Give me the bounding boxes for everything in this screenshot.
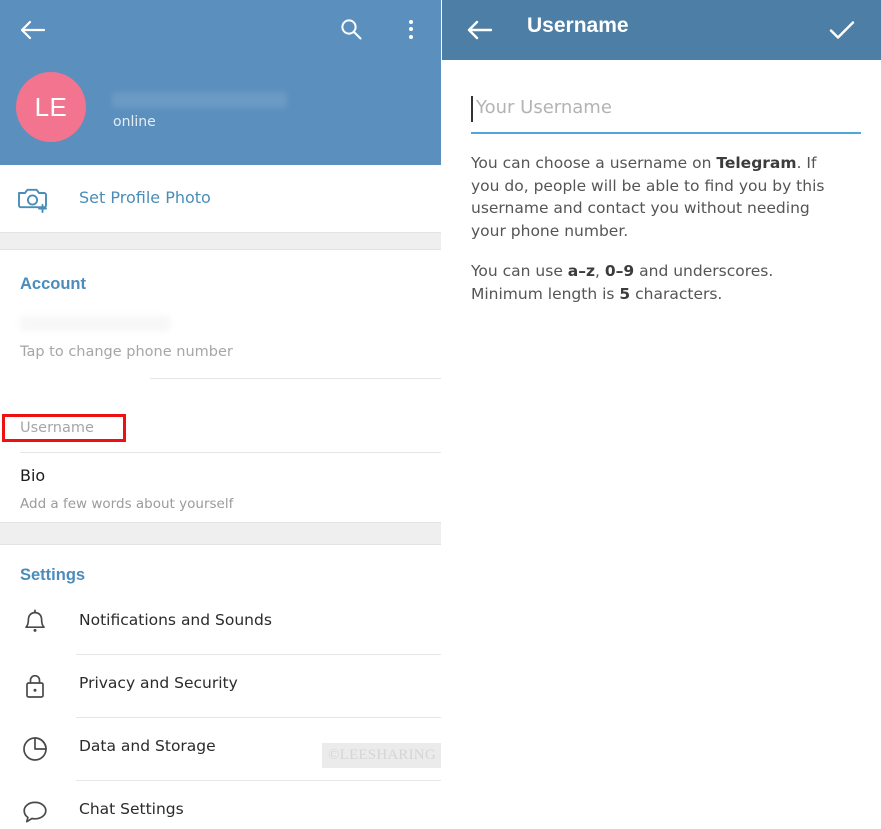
sidebar-item-notifications[interactable]: Notifications and Sounds [0,591,441,654]
bio-label: Bio [20,466,46,485]
set-profile-photo-label: Set Profile Photo [79,188,211,207]
sidebar-item-label: Chat Settings [79,800,184,818]
help-text-charset-digits: 0–9 [604,262,635,280]
confirm-button[interactable] [822,10,862,50]
panel-divider [441,0,442,829]
help-text-brand: Telegram [716,154,797,172]
avatar[interactable]: LE [16,72,86,142]
back-button[interactable] [459,10,499,50]
search-button[interactable] [330,8,372,50]
back-button[interactable] [12,10,52,50]
set-profile-photo-row[interactable]: Set Profile Photo [0,165,441,232]
check-icon [829,21,855,39]
profile-name-redacted [112,92,287,108]
bio-hint: Add a few words about yourself [20,496,234,512]
pie-chart-icon [19,733,51,765]
overflow-menu-button[interactable] [392,8,430,50]
search-icon [341,19,362,40]
row-divider [20,452,441,453]
watermark: ©LEESHARING [322,743,441,768]
row-divider [76,654,441,655]
phone-number-hint: Tap to change phone number [20,344,233,360]
chat-bubble-icon [19,796,51,828]
row-divider [76,717,441,718]
username-highlight-box [2,414,126,442]
overflow-menu-icon [409,19,413,39]
account-section-title: Account [20,275,86,293]
row-divider [76,780,441,781]
section-separator-1 [0,232,441,250]
help-paragraph-2: You can use a–z, 0–9 and underscores. Mi… [471,260,849,305]
sidebar-item-chat-settings[interactable]: Chat Settings [0,780,441,829]
username-input-placeholder: Your Username [476,97,612,118]
avatar-initials: LE [34,91,68,122]
username-panel: Username Your Username You can choose a … [441,0,881,829]
page-title: Username [527,14,629,37]
section-separator-2 [0,522,441,545]
help-text-2a: You can use [471,262,568,280]
help-text-2c: , [595,262,605,280]
help-text-charset-letters: a–z [567,262,596,280]
sidebar-item-label: Notifications and Sounds [79,611,272,629]
text-caret [471,96,473,122]
settings-section-title: Settings [20,566,86,584]
settings-panel: LE online Set Profile Photo Account Tap … [0,0,441,829]
camera-add-icon [16,183,50,215]
bell-icon [19,607,51,639]
lock-icon [19,670,51,702]
profile-status: online [113,114,156,130]
phone-number-value-redacted [20,316,170,331]
arrow-left-icon [467,20,492,40]
help-paragraph-1: You can choose a username on Telegram. I… [471,152,849,242]
sidebar-item-label: Data and Storage [79,737,216,755]
username-input[interactable]: Your Username [471,94,861,130]
input-underline [471,132,861,134]
help-text-2g: characters. [630,284,723,303]
help-text-min-length: 5 [619,284,631,303]
arrow-left-icon [20,20,45,40]
profile-header: LE online [0,0,441,165]
username-header: Username [441,0,881,60]
row-divider [150,378,441,379]
telegram-settings-screenshot: LE online Set Profile Photo Account Tap … [0,0,881,829]
sidebar-item-privacy[interactable]: Privacy and Security [0,654,441,717]
help-text-1a: You can choose a username on [471,154,717,172]
sidebar-item-label: Privacy and Security [79,674,238,692]
